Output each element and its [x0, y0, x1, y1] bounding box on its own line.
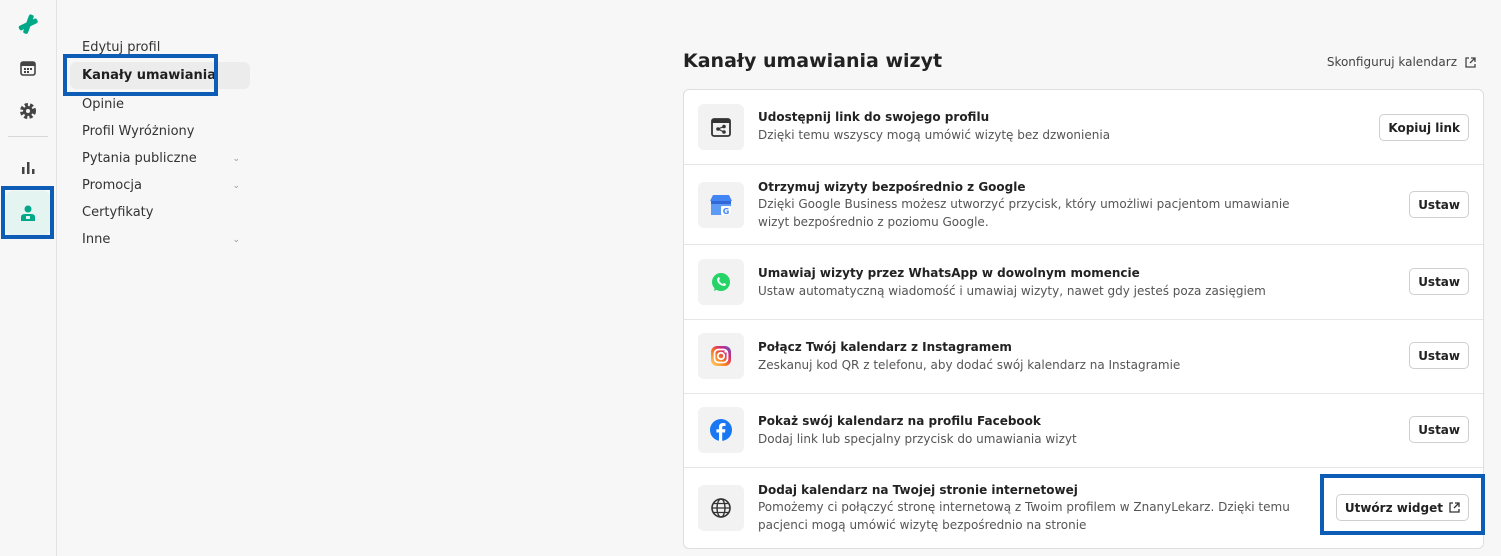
channel-description: Dzięki temu wszyscy mogą umówić wizytę b…	[758, 128, 1111, 142]
facebook-icon	[698, 407, 744, 453]
nav-item-label: Inne	[82, 232, 111, 247]
nav-item-label: Edytuj profil	[82, 40, 161, 55]
channel-title: Otrzymuj wizyty bezpośrednio z Google	[758, 180, 1026, 194]
button-label: Kopiuj link	[1388, 120, 1460, 135]
google-business-icon: G	[698, 182, 744, 228]
svg-text:G: G	[723, 207, 730, 216]
app-rail	[0, 0, 57, 556]
channel-description: Ustaw automatyczną wiadomość i umawiaj w…	[758, 284, 1266, 298]
channel-title: Udostępnij link do swojego profilu	[758, 110, 990, 124]
rail-divider	[8, 136, 48, 137]
calendar-icon[interactable]	[12, 52, 44, 84]
configure-calendar-link[interactable]: Skonfiguruj kalendarz	[1327, 55, 1476, 69]
logo-icon[interactable]	[12, 8, 44, 40]
nav-item-booking-channels[interactable]: Kanały umawiania	[70, 62, 250, 89]
external-link-icon	[1465, 56, 1476, 68]
nav-item-public-questions[interactable]: Pytania publiczne ⌄	[70, 145, 250, 172]
button-label: Ustaw	[1418, 197, 1460, 212]
page-header: Kanały umawiania wizyt Skonfiguruj kalen…	[683, 50, 1476, 76]
channel-row-instagram: Połącz Twój kalendarz z Instagramem Zesk…	[684, 320, 1483, 394]
setup-instagram-button[interactable]: Ustaw	[1409, 342, 1469, 369]
page-title: Kanały umawiania wizyt	[683, 50, 943, 72]
nav-item-label: Promocja	[82, 178, 142, 193]
chevron-down-icon: ⌄	[232, 235, 240, 245]
nav-item-label: Pytania publiczne	[82, 151, 197, 166]
nav-item-featured-profile[interactable]: Profil Wyróżniony	[70, 118, 250, 145]
settings-icon[interactable]	[12, 95, 44, 127]
channel-title: Umawiaj wizyty przez WhatsApp w dowolnym…	[758, 266, 1140, 280]
globe-icon	[698, 485, 744, 531]
setup-google-button[interactable]: Ustaw	[1409, 191, 1469, 218]
setup-facebook-button[interactable]: Ustaw	[1409, 416, 1469, 443]
button-label: Ustaw	[1418, 274, 1460, 289]
nav-item-label: Opinie	[82, 97, 124, 112]
stats-icon[interactable]	[12, 151, 44, 183]
profile-icon[interactable]	[6, 191, 50, 235]
configure-calendar-label: Skonfiguruj kalendarz	[1326, 55, 1457, 69]
instagram-icon	[698, 333, 744, 379]
external-link-icon	[1449, 502, 1460, 513]
share-calendar-icon	[698, 104, 744, 150]
channels-card: Udostępnij link do swojego profilu Dzięk…	[683, 89, 1484, 549]
channel-title: Połącz Twój kalendarz z Instagramem	[758, 340, 1012, 354]
nav-item-other[interactable]: Inne ⌄	[70, 226, 250, 253]
channel-description: Dzięki Google Business możesz utworzyć p…	[758, 197, 1290, 229]
chevron-down-icon: ⌄	[232, 154, 240, 164]
nav-item-certificates[interactable]: Certyfikaty	[70, 199, 250, 226]
button-label: Ustaw	[1418, 348, 1460, 363]
profile-nav: Edytuj profil Kanały umawiania Opinie Pr…	[70, 34, 250, 253]
copy-link-button[interactable]: Kopiuj link	[1379, 114, 1469, 141]
channel-description: Pomożemy ci połączyć stronę internetową …	[758, 500, 1290, 532]
nav-item-label: Profil Wyróżniony	[82, 124, 195, 139]
nav-item-label: Certyfikaty	[82, 205, 154, 220]
nav-item-label: Kanały umawiania	[82, 68, 216, 83]
channel-row-website: Dodaj kalendarz na Twojej stronie intern…	[684, 468, 1483, 548]
channel-row-share-link: Udostępnij link do swojego profilu Dzięk…	[684, 90, 1483, 165]
channel-description: Dodaj link lub specjalny przycisk do uma…	[758, 432, 1077, 446]
button-label: Ustaw	[1418, 422, 1460, 437]
button-label: Utwórz widget	[1344, 500, 1443, 515]
nav-item-promotion[interactable]: Promocja ⌄	[70, 172, 250, 199]
channel-title: Pokaż swój kalendarz na profilu Facebook	[758, 414, 1041, 428]
channel-row-facebook: Pokaż swój kalendarz na profilu Facebook…	[684, 394, 1483, 468]
nav-item-edit-profile[interactable]: Edytuj profil	[70, 34, 250, 61]
channel-row-whatsapp: Umawiaj wizyty przez WhatsApp w dowolnym…	[684, 245, 1483, 320]
nav-item-reviews[interactable]: Opinie	[70, 91, 250, 118]
chevron-down-icon: ⌄	[232, 181, 240, 191]
create-widget-button[interactable]: Utwórz widget	[1335, 494, 1469, 521]
channel-row-google: G Otrzymuj wizyty bezpośrednio z Google …	[684, 165, 1483, 245]
channel-description: Zeskanuj kod QR z telefonu, aby dodać sw…	[758, 358, 1181, 372]
channel-title: Dodaj kalendarz na Twojej stronie intern…	[758, 483, 1078, 497]
setup-whatsapp-button[interactable]: Ustaw	[1409, 268, 1469, 295]
whatsapp-icon	[698, 259, 744, 305]
